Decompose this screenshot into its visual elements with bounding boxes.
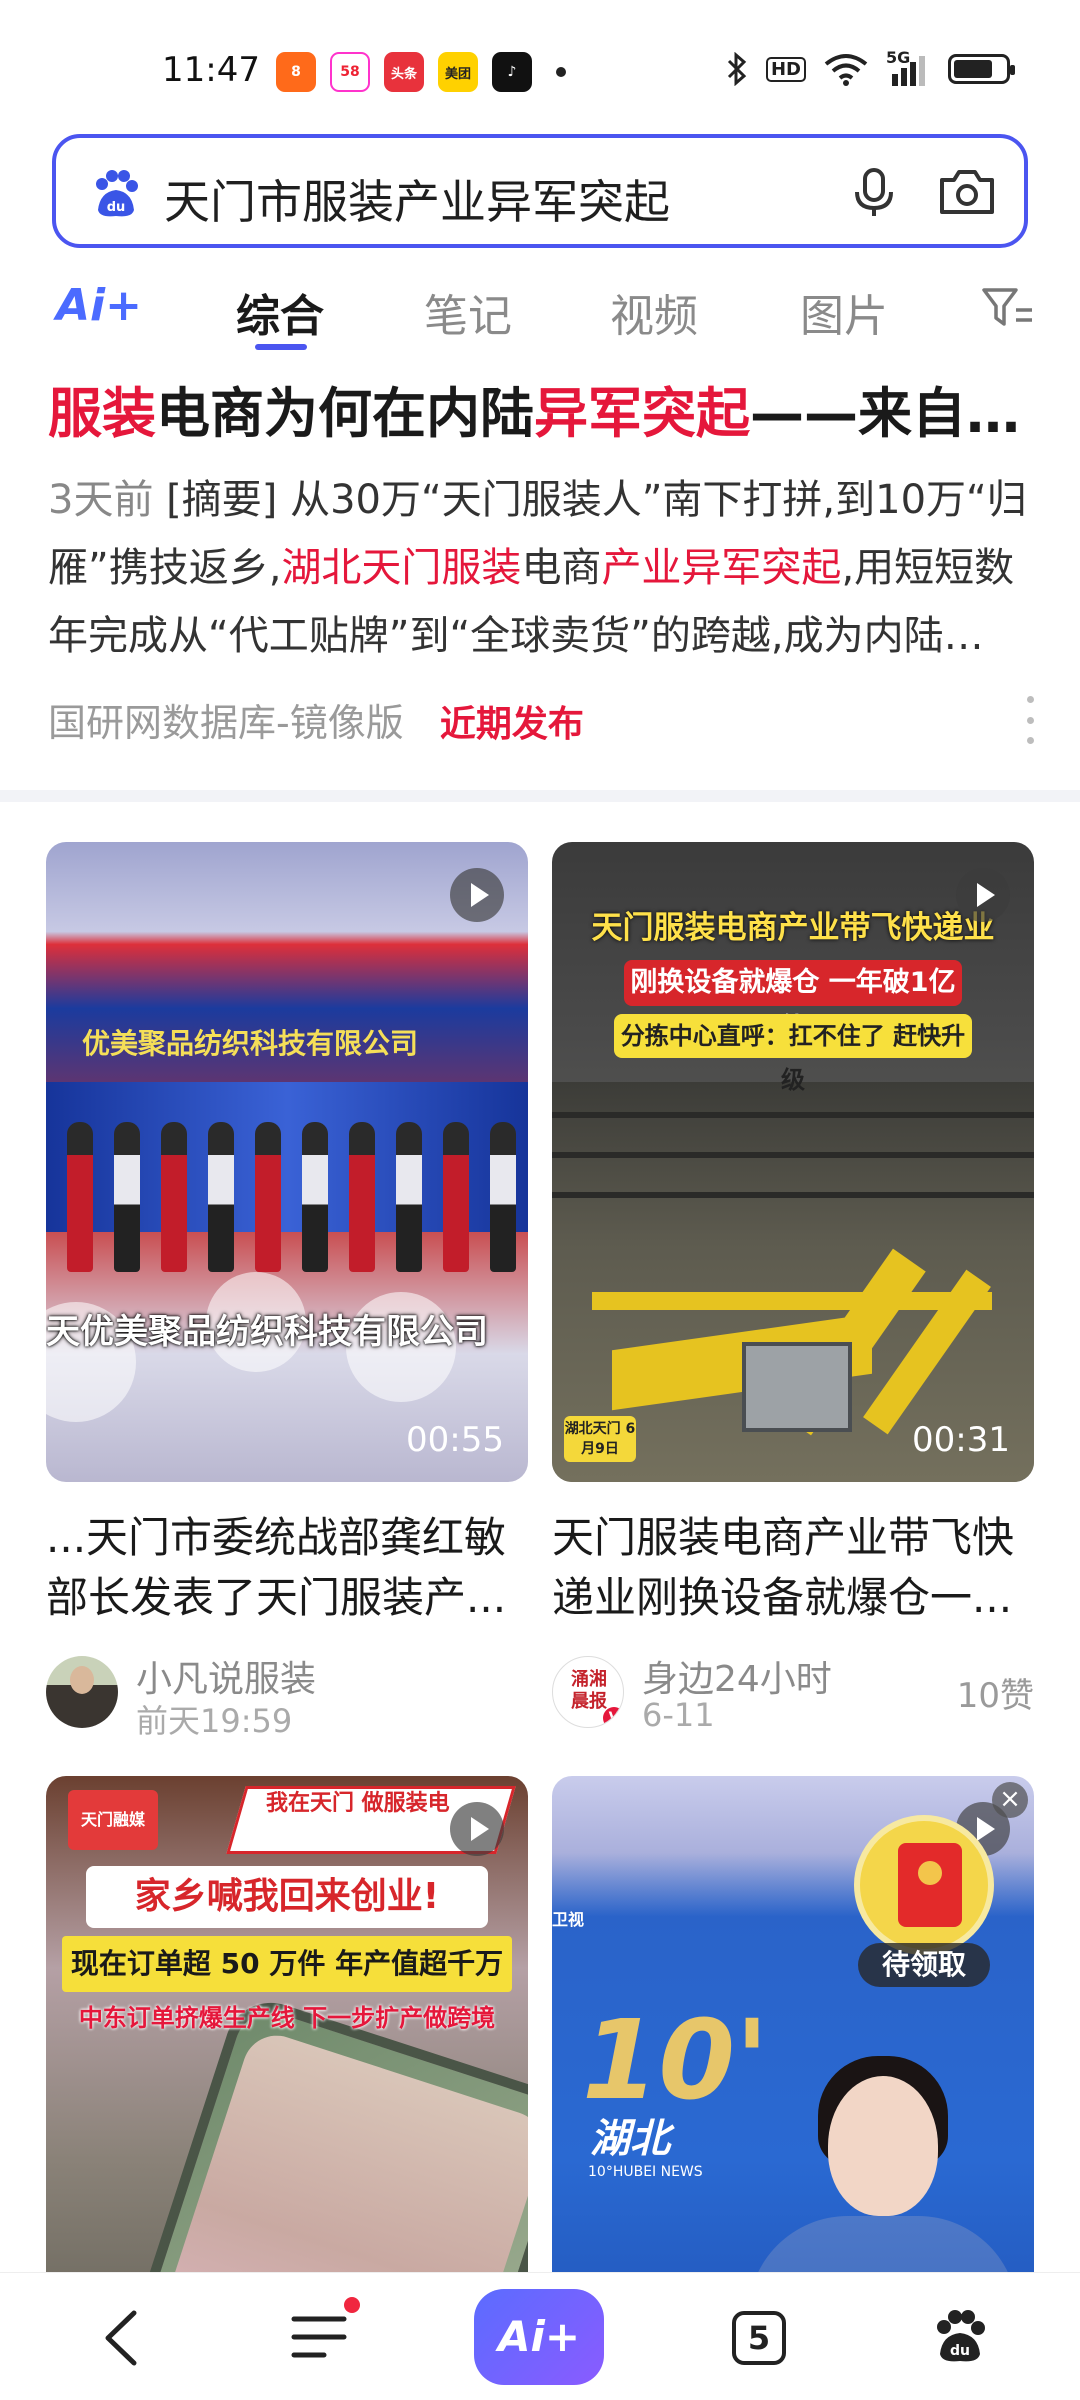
- thumbnail-red-caption: 刚换设备就爆仓 一年破1亿件: [624, 960, 962, 1044]
- signal-icon: 5G: [886, 48, 930, 86]
- video-duration: 00:31: [912, 1420, 1010, 1460]
- like-count: 10赞: [956, 1676, 1034, 1716]
- title-part: 异军突起: [534, 382, 750, 445]
- ai-assistant-tab[interactable]: Ai+: [56, 280, 142, 331]
- summary-part: 湖北天门服装: [281, 545, 522, 591]
- news-logo-number: 10': [582, 1996, 769, 2124]
- status-bar: 11:47 8 58 头条 美团 ♪ HD 5G: [0, 0, 1080, 130]
- play-icon: [450, 1802, 504, 1856]
- more-notifications-dot: [556, 67, 566, 77]
- close-icon[interactable]: ×: [992, 1782, 1028, 1818]
- thumbnail-red-caption: 中东订单挤爆生产线 下一步扩产做跨境: [78, 2004, 496, 2032]
- battery-level: [954, 60, 992, 78]
- active-tab-indicator: [255, 344, 307, 350]
- thumbnail-ribbon-text: 我在天门 做服装电: [266, 1791, 450, 1816]
- thumbnail-subtitle: 天优美聚品纺织科技有限公司: [46, 1312, 488, 1352]
- avatar[interactable]: 涌湘 晨报 V: [552, 1656, 624, 1728]
- red-packet-widget[interactable]: 待领取: [854, 1815, 994, 1987]
- search-input[interactable]: 天门市服装产业异军突起: [164, 166, 670, 232]
- summary-part: 电商: [521, 545, 602, 591]
- menu-icon[interactable]: [290, 2311, 348, 2363]
- post-time: 前天19:59: [136, 1702, 293, 1740]
- kuaishou-icon: 8: [276, 52, 316, 92]
- tab-comprehensive[interactable]: 综合: [236, 280, 324, 344]
- red-packet-label: 待领取: [858, 1943, 990, 1987]
- more-options-icon[interactable]: [1022, 696, 1038, 744]
- section-divider: [0, 790, 1080, 802]
- xray-machine: [742, 1342, 852, 1432]
- video-title[interactable]: 天门服装电商产业带飞快递业刚换设备就爆仓一...: [552, 1508, 1034, 1628]
- play-icon: [956, 868, 1010, 922]
- video-card[interactable]: 优美聚品纺织科技有限公司 天优美聚品纺织科技有限公司 00:55 ...天门市委…: [46, 842, 528, 1740]
- notification-icons: 8 58 头条 美团 ♪: [276, 52, 566, 92]
- video-thumbnail[interactable]: 优美聚品纺织科技有限公司 天优美聚品纺织科技有限公司 00:55: [46, 842, 528, 1482]
- play-icon: [450, 868, 504, 922]
- network-type: 5G: [886, 48, 911, 67]
- search-tabs: Ai+ 综合 笔记 视频 图片: [0, 272, 1080, 352]
- result-date: 3天前: [48, 477, 154, 523]
- clock: 11:47: [162, 50, 260, 90]
- search-result-card[interactable]: 服装电商为何在内陆异军突起——来自湖北… 3天前 [摘要] 从30万“天门服装人…: [48, 376, 1038, 752]
- news-anchor-face: [828, 2076, 938, 2216]
- svg-text:du: du: [950, 2343, 970, 2359]
- video-card[interactable]: 天门服装电商产业带飞快递业 刚换设备就爆仓 一年破1亿件 分拣中心直呼：扛不住了…: [552, 842, 1034, 1734]
- baidu-logo-icon: du: [96, 170, 138, 217]
- battery-icon: [948, 54, 1015, 84]
- bottom-navigation: Ai+ 5 du: [0, 2272, 1080, 2400]
- result-summary: 3天前 [摘要] 从30万“天门服装人”南下打拼,到10万“归雁”携技返乡,湖北…: [48, 466, 1038, 670]
- author-name[interactable]: 小凡说服装: [136, 1650, 316, 1702]
- video-title[interactable]: ...天门市委统战部龚红敏部长发表了天门服装产...: [46, 1508, 528, 1628]
- camera-icon[interactable]: [936, 164, 998, 220]
- title-part: 服装: [48, 382, 156, 445]
- filter-icon[interactable]: [980, 284, 1036, 332]
- result-footer: 国研网数据库-镜像版 近期发布: [48, 692, 1038, 752]
- douyin-icon: ♪: [492, 52, 532, 92]
- toutiao-icon: 头条: [384, 52, 424, 92]
- system-indicators: HD 5G: [726, 48, 1015, 86]
- thumbnail-date-tag: 湖北天门 6月9日: [564, 1416, 636, 1462]
- red-packet-icon: [854, 1815, 994, 1955]
- avatar[interactable]: [46, 1656, 118, 1728]
- tv-station-bug: 卫视: [552, 1910, 585, 1929]
- author-row: 涌湘 晨报 V 身边24小时 6-11 10赞: [552, 1650, 1034, 1734]
- channel-logo: 天门融媒: [68, 1790, 158, 1850]
- microphone-icon[interactable]: [846, 164, 902, 220]
- author-name[interactable]: 身边24小时: [642, 1650, 832, 1702]
- recent-badge: 近期发布: [439, 704, 584, 745]
- notification-dot: [344, 2297, 360, 2313]
- hd-badge: HD: [765, 56, 806, 82]
- result-title[interactable]: 服装电商为何在内陆异军突起——来自湖北…: [48, 376, 1038, 452]
- back-icon[interactable]: [98, 2309, 146, 2367]
- ai-assistant-button[interactable]: Ai+: [474, 2289, 604, 2385]
- meituan-icon: 美团: [438, 52, 478, 92]
- ai-label: Ai+: [56, 280, 143, 331]
- news-logo-subtitle: 10°HUBEI NEWS: [588, 2164, 703, 2180]
- author-row: 小凡说服装 前天19:59: [46, 1650, 528, 1740]
- svg-text:du: du: [107, 200, 126, 215]
- post-time: 6-11: [642, 1696, 715, 1734]
- bluetooth-icon: [727, 52, 747, 86]
- title-part: 电商为何在内陆: [156, 382, 534, 445]
- tabs-count-button[interactable]: 5: [732, 2311, 786, 2365]
- thumbnail-yellow-caption: 分拣中心直呼：扛不住了 赶快升级: [614, 1014, 972, 1094]
- search-box[interactable]: du 天门市服装产业异军突起: [52, 134, 1028, 248]
- tab-videos[interactable]: 视频: [610, 280, 698, 344]
- thumbnail-headline: 家乡喊我回来创业!: [86, 1866, 488, 1928]
- summary-part: 产业异军突起: [601, 545, 842, 591]
- tab-images[interactable]: 图片: [800, 280, 888, 344]
- ribbon-cutting-people: [56, 1092, 526, 1272]
- video-duration: 00:55: [406, 1420, 504, 1460]
- thumbnail-banner-text: 优美聚品纺织科技有限公司: [82, 1027, 419, 1060]
- result-source[interactable]: 国研网数据库-镜像版: [48, 701, 404, 745]
- news-logo-title: 湖北: [590, 2116, 670, 2162]
- baidu-home-icon[interactable]: du: [930, 2307, 990, 2367]
- title-part: ——来自: [750, 382, 966, 445]
- taobao-tejia-icon: 58: [330, 52, 370, 92]
- thumbnail-yellow-caption: 现在订单超 50 万件 年产值超千万: [62, 1936, 512, 1992]
- wifi-icon: [824, 54, 868, 86]
- tab-notes[interactable]: 笔记: [424, 280, 512, 344]
- video-thumbnail[interactable]: 天门服装电商产业带飞快递业 刚换设备就爆仓 一年破1亿件 分拣中心直呼：扛不住了…: [552, 842, 1034, 1482]
